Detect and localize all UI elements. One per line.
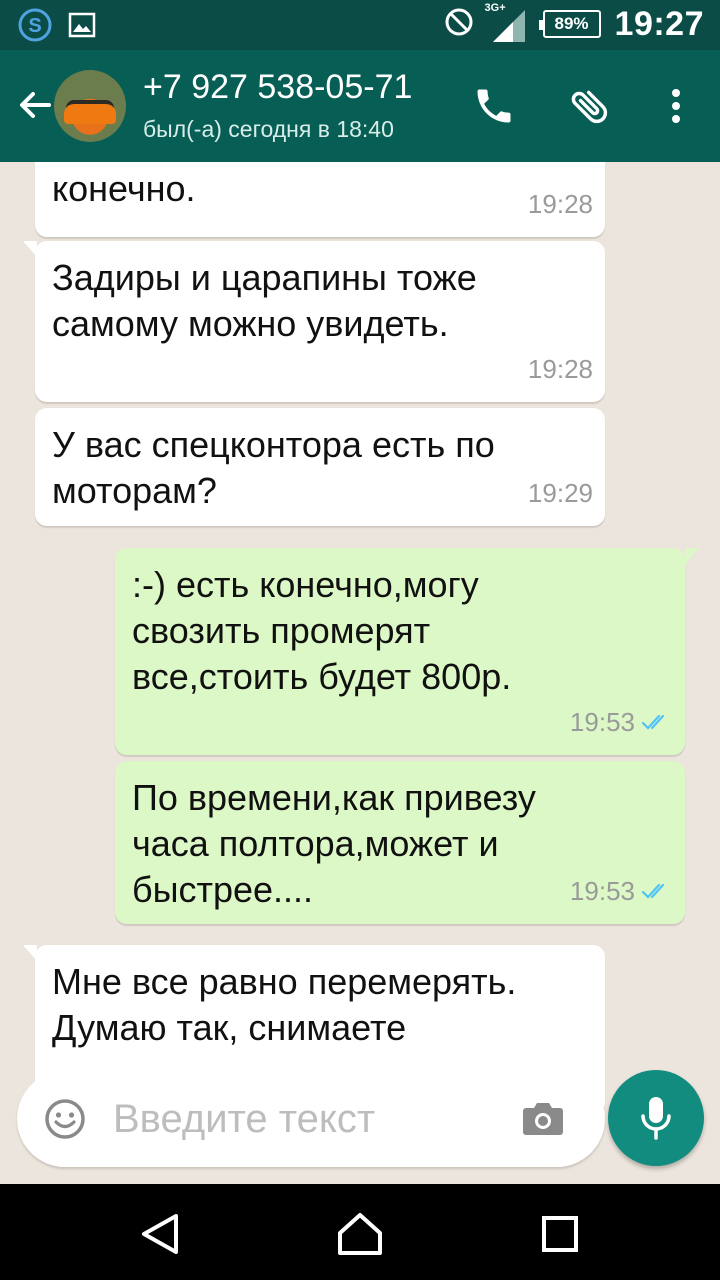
message-text: конечно. — [52, 168, 196, 209]
time-label: 19:53 — [569, 707, 635, 737]
gallery-icon — [68, 11, 96, 44]
message-time: 19:28 — [528, 181, 593, 227]
message-input[interactable] — [113, 1091, 503, 1147]
voice-message-button[interactable] — [608, 1070, 704, 1166]
chat-header: +7 927 538-05-71 был(-а) сегодня в 18:40 — [0, 50, 720, 162]
svg-text:S: S — [28, 15, 41, 37]
emoji-button[interactable] — [43, 1097, 87, 1141]
signal-icon: 3G+ — [485, 2, 529, 44]
avatar[interactable] — [54, 70, 126, 142]
back-button[interactable] — [10, 80, 60, 130]
read-receipt-icon — [641, 714, 665, 730]
back-arrow-icon — [20, 92, 51, 118]
message-time: 19:29 — [528, 470, 593, 516]
battery-level: 89% — [554, 14, 589, 33]
time-label: 19:28 — [527, 189, 593, 219]
camera-icon — [523, 1103, 563, 1135]
emoji-icon — [45, 1099, 85, 1139]
chat-area[interactable]: конечно. 19:28 Задиры и царапины тоже са… — [0, 162, 720, 1184]
status-bar: S 3G+ 89% 19:27 — [0, 0, 720, 50]
nav-recents-button[interactable] — [532, 1206, 588, 1262]
message-composer — [17, 1071, 605, 1167]
bubble-tail — [23, 241, 37, 257]
time-label: 19:28 — [527, 354, 593, 384]
call-icon — [477, 89, 511, 123]
back-triangle-icon — [142, 1214, 178, 1254]
last-seen-status: был(-а) сегодня в 18:40 — [143, 116, 394, 142]
skype-icon: S — [18, 8, 52, 47]
bubble-tail — [23, 945, 37, 961]
message-outgoing[interactable]: :-) есть конечно,могу свозить промерят в… — [115, 548, 699, 755]
battery-icon: 89% — [538, 10, 601, 38]
more-options-button[interactable] — [652, 82, 700, 130]
network-type: 3G+ — [484, 2, 506, 14]
message-time: 19:53 — [570, 699, 671, 745]
message-incoming[interactable]: У вас спецконтора есть по моторам? 19:29 — [35, 408, 605, 526]
attach-button[interactable] — [566, 82, 614, 130]
do-not-disturb-icon — [443, 6, 475, 43]
more-icon — [672, 89, 680, 123]
read-receipt-icon — [641, 883, 665, 899]
message-incoming[interactable]: конечно. 19:28 — [35, 162, 605, 237]
message-text: Мне все равно перемерять. Думаю так, сни… — [52, 961, 517, 1048]
message-text: Задиры и царапины тоже самому можно увид… — [52, 257, 477, 344]
attach-icon — [571, 90, 608, 124]
message-incoming[interactable]: Задиры и царапины тоже самому можно увид… — [23, 241, 605, 402]
nav-home-button[interactable] — [332, 1206, 388, 1262]
clock: 19:27 — [614, 4, 704, 43]
message-text: :-) есть конечно,могу свозить промерят в… — [132, 564, 512, 697]
message-outgoing[interactable]: По времени,как привезу часа полтора,може… — [115, 761, 685, 924]
time-label: 19:29 — [527, 478, 593, 508]
recents-icon — [542, 1216, 578, 1252]
bubble-tail — [685, 548, 699, 564]
home-icon — [338, 1213, 382, 1255]
nav-back-button[interactable] — [132, 1206, 188, 1262]
message-time: 19:53 — [570, 868, 671, 914]
system-navigation-bar — [0, 1184, 720, 1280]
message-time: 19:28 — [528, 346, 593, 392]
camera-button[interactable] — [522, 1099, 564, 1137]
contact-name[interactable]: +7 927 538-05-71 — [143, 68, 412, 107]
time-label: 19:53 — [569, 876, 635, 906]
message-text: У вас спецконтора есть по моторам? — [52, 424, 495, 511]
call-button[interactable] — [470, 82, 518, 130]
microphone-icon — [641, 1097, 671, 1140]
